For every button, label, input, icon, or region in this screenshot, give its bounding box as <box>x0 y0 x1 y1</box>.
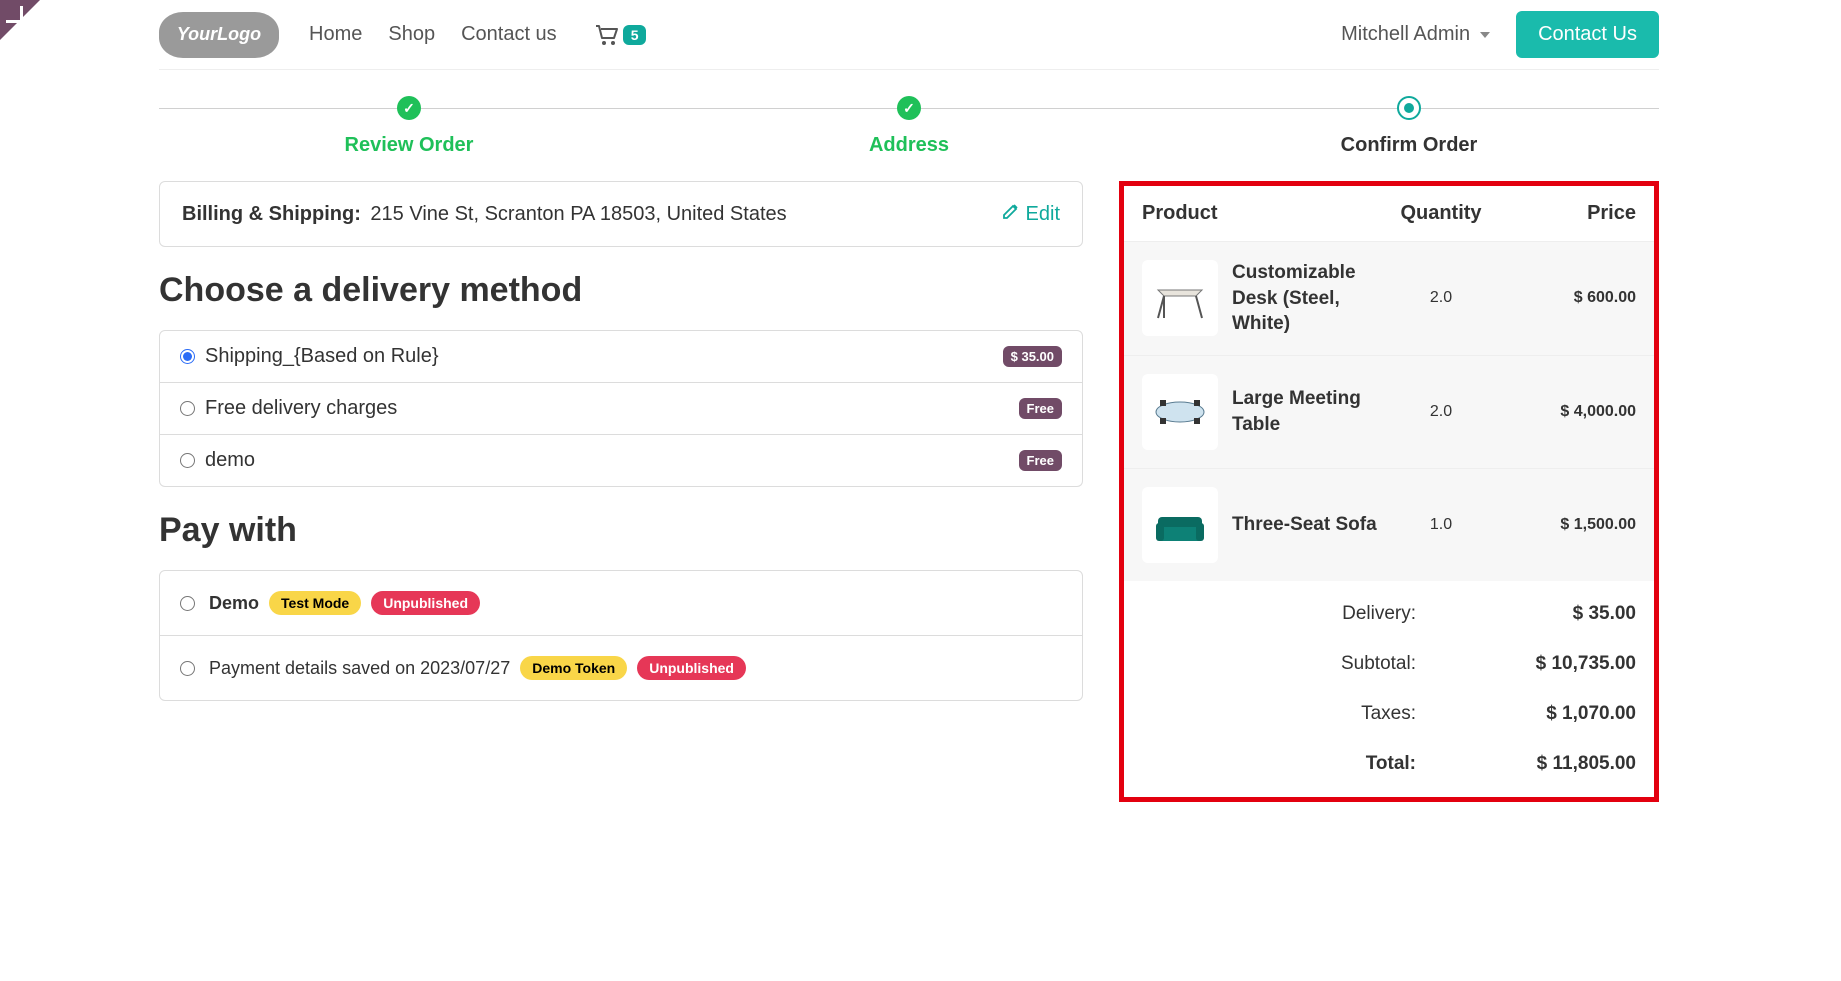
billing-shipping-value: 215 Vine St, Scranton PA 18503, United S… <box>370 203 786 225</box>
nav-item-contact[interactable]: Contact us <box>461 23 557 46</box>
site-logo[interactable]: YourLogo <box>159 12 279 58</box>
price-chip: Free <box>1019 398 1062 419</box>
col-quantity: Quantity <box>1386 202 1496 225</box>
product-thumb-desk <box>1142 260 1218 336</box>
chevron-down-icon <box>1480 32 1490 38</box>
page-viewport[interactable]: YourLogo Home Shop Contact us 5 Mitchell… <box>0 0 1841 981</box>
delivery-radio[interactable] <box>180 349 195 364</box>
summary-totals: Delivery: $ 35.00 Subtotal: $ 10,735.00 … <box>1124 581 1654 797</box>
editor-ribbon[interactable] <box>0 0 40 40</box>
delivery-method-heading: Choose a delivery method <box>159 271 1083 310</box>
price-chip: $ 35.00 <box>1003 346 1062 367</box>
summary-line-item: Three-Seat Sofa 1.0 $ 1,500.00 <box>1124 468 1654 581</box>
payment-radio[interactable] <box>180 596 195 611</box>
delivery-radio[interactable] <box>180 453 195 468</box>
step-review-order[interactable]: ✓ Review Order <box>159 96 659 157</box>
edit-address-button[interactable]: Edit <box>1002 202 1060 226</box>
total-subtotal: Subtotal: $ 10,735.00 <box>1142 639 1636 689</box>
summary-header-row: Product Quantity Price <box>1124 186 1654 241</box>
main-nav: YourLogo Home Shop Contact us 5 Mitchell… <box>159 0 1659 70</box>
test-mode-badge: Test Mode <box>269 591 361 615</box>
user-menu[interactable]: Mitchell Admin <box>1341 23 1490 46</box>
delivery-option-rule[interactable]: Shipping_{Based on Rule} $ 35.00 <box>159 330 1083 383</box>
pencil-icon <box>1002 202 1020 226</box>
product-thumb-table <box>1142 374 1218 450</box>
step-address[interactable]: ✓ Address <box>659 96 1159 157</box>
delivery-option-list: Shipping_{Based on Rule} $ 35.00 Free de… <box>159 330 1083 487</box>
billing-shipping-card: Billing & Shipping: 215 Vine St, Scranto… <box>159 181 1083 247</box>
payment-option-demo[interactable]: Demo Test Mode Unpublished <box>160 571 1082 635</box>
price-chip: Free <box>1019 450 1062 471</box>
contact-us-button[interactable]: Contact Us <box>1516 11 1659 58</box>
user-name: Mitchell Admin <box>1341 23 1470 46</box>
total-taxes: Taxes: $ 1,070.00 <box>1142 689 1636 739</box>
checkout-stepper: ✓ Review Order ✓ Address Confirm Order <box>159 96 1659 157</box>
cart-count-badge: 5 <box>623 25 647 45</box>
site-logo-text: YourLogo <box>177 24 261 45</box>
total-grand: Total: $ 11,805.00 <box>1142 739 1636 789</box>
total-delivery: Delivery: $ 35.00 <box>1142 589 1636 639</box>
payment-radio[interactable] <box>180 661 195 676</box>
unpublished-badge: Unpublished <box>371 591 480 615</box>
payment-option-list: Demo Test Mode Unpublished Payment detai… <box>159 570 1083 701</box>
delivery-option-free[interactable]: Free delivery charges Free <box>159 383 1083 435</box>
check-icon: ✓ <box>897 96 921 120</box>
nav-item-home[interactable]: Home <box>309 23 362 46</box>
col-price: Price <box>1496 202 1636 225</box>
payment-option-saved[interactable]: Payment details saved on 2023/07/27 Demo… <box>160 635 1082 700</box>
billing-shipping-label: Billing & Shipping: <box>182 203 361 225</box>
cart-icon <box>595 24 619 46</box>
check-icon: ✓ <box>397 96 421 120</box>
order-summary-panel: Product Quantity Price Customizable Desk… <box>1119 181 1659 802</box>
summary-line-item: Large Meeting Table 2.0 $ 4,000.00 <box>1124 355 1654 468</box>
pay-with-heading: Pay with <box>159 511 1083 550</box>
step-confirm-order[interactable]: Confirm Order <box>1159 96 1659 157</box>
product-thumb-sofa <box>1142 487 1218 563</box>
unpublished-badge: Unpublished <box>637 656 746 680</box>
cart-button[interactable]: 5 <box>595 24 647 46</box>
dot-icon <box>1397 96 1421 120</box>
demo-token-badge: Demo Token <box>520 656 627 680</box>
delivery-option-demo[interactable]: demo Free <box>159 435 1083 487</box>
summary-line-item: Customizable Desk (Steel, White) 2.0 $ 6… <box>1124 241 1654 355</box>
nav-item-shop[interactable]: Shop <box>388 23 435 46</box>
col-product: Product <box>1142 202 1386 225</box>
delivery-radio[interactable] <box>180 401 195 416</box>
